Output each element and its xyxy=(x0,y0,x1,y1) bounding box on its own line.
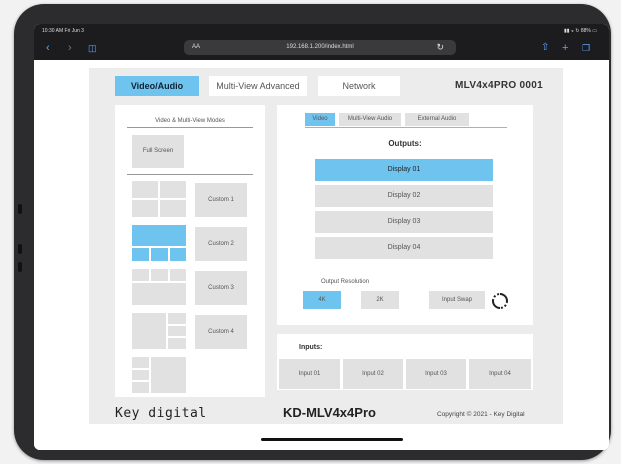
input-01-button[interactable]: Input 01 xyxy=(279,359,340,389)
custom-4-layout-icon[interactable] xyxy=(132,313,186,349)
input-04-button[interactable]: Input 04 xyxy=(469,359,531,389)
output-resolution-label: Output Resolution xyxy=(321,279,370,285)
product-name: KD-MLV4x4Pro xyxy=(283,405,376,420)
tablet-screen: 10:30 AM Fri Jun 3 ▮▮ ◒ ↻ 88% ▭ ‹ › ◫ AA… xyxy=(34,24,609,450)
new-tab-icon[interactable]: + xyxy=(562,41,568,55)
side-button xyxy=(18,244,22,254)
layout-cell xyxy=(132,382,149,393)
address-bar[interactable]: AA 192.168.1.200/index.html ↻ xyxy=(184,40,456,55)
full-screen-mode-button[interactable]: Full Screen xyxy=(132,135,184,168)
modes-title: Video & Multi-View Modes xyxy=(155,118,225,124)
layout-cell xyxy=(170,269,186,281)
output-display-04[interactable]: Display 04 xyxy=(315,237,493,259)
layout-cell xyxy=(168,338,186,349)
home-indicator xyxy=(261,438,403,441)
status-bar: 10:30 AM Fri Jun 3 ▮▮ ◒ ↻ 88% ▭ xyxy=(34,24,609,38)
layout-cell xyxy=(132,370,149,380)
resolution-2k-button[interactable]: 2K xyxy=(361,291,399,309)
layout-cell xyxy=(151,357,186,393)
subtab-underline xyxy=(305,127,507,128)
outputs-title: Outputs: xyxy=(388,139,422,148)
multiview-modes-panel: Video & Multi-View Modes Full Screen Cus… xyxy=(115,105,265,397)
custom-1-layout-icon[interactable] xyxy=(132,181,186,217)
side-button xyxy=(18,204,22,214)
subtab-video[interactable]: Video xyxy=(305,113,335,126)
custom-2-button[interactable]: Custom 2 xyxy=(195,227,247,261)
layout-cell xyxy=(132,269,149,281)
layout-cell xyxy=(160,200,186,217)
chevron-left-icon[interactable]: ‹ xyxy=(46,41,50,55)
url-text: 192.168.1.200/index.html xyxy=(286,44,354,50)
custom-4-button[interactable]: Custom 4 xyxy=(195,315,247,349)
custom-3-button[interactable]: Custom 3 xyxy=(195,271,247,305)
copyright-text: Copyright © 2021 - Key Digital xyxy=(437,411,525,418)
layout-cell xyxy=(132,225,186,246)
layout-cell xyxy=(160,181,186,198)
device-model-label: MLV4x4PRO 0001 xyxy=(455,80,543,91)
tab-video-audio[interactable]: Video/Audio xyxy=(115,76,199,96)
control-panel: Video/Audio Multi-View Advanced Network … xyxy=(89,68,563,424)
input-03-button[interactable]: Input 03 xyxy=(406,359,466,389)
output-display-01[interactable]: Display 01 xyxy=(315,159,493,181)
output-display-03[interactable]: Display 03 xyxy=(315,211,493,233)
full-screen-label: Full Screen xyxy=(142,148,174,154)
side-button xyxy=(18,262,22,272)
video-settings-panel: Video Multi-View Audio External Audio Ou… xyxy=(277,105,533,325)
key-digital-logo: Key digital xyxy=(115,406,207,421)
layout-cell xyxy=(132,248,149,261)
share-icon[interactable]: ⇧ xyxy=(541,41,549,55)
subtab-multi-view-audio[interactable]: Multi-View Audio xyxy=(339,113,401,126)
layout-cell xyxy=(132,313,166,349)
layout-cell xyxy=(170,248,186,261)
layout-cell xyxy=(151,248,168,261)
tab-multi-view-advanced[interactable]: Multi-View Advanced xyxy=(209,76,307,96)
inputs-title: Inputs: xyxy=(299,344,323,351)
swap-arrows-icon[interactable] xyxy=(491,292,509,310)
subtab-external-audio[interactable]: External Audio xyxy=(405,113,469,126)
divider xyxy=(127,174,253,175)
sidebar-icon[interactable]: ◫ xyxy=(88,41,97,55)
divider xyxy=(127,127,253,128)
layout-cell xyxy=(151,269,168,281)
custom-1-button[interactable]: Custom 1 xyxy=(195,183,247,217)
tab-network[interactable]: Network xyxy=(318,76,400,96)
layout-cell xyxy=(132,283,186,305)
input-02-button[interactable]: Input 02 xyxy=(343,359,403,389)
layout-cell xyxy=(132,181,158,198)
input-swap-button[interactable]: Input Swap xyxy=(429,291,485,309)
reload-icon[interactable]: ↻ xyxy=(436,42,444,53)
custom-3-layout-icon[interactable] xyxy=(132,269,186,305)
layout-cell xyxy=(168,313,186,324)
layout-cell xyxy=(132,200,158,217)
custom-5-layout-icon[interactable] xyxy=(132,357,186,393)
layout-cell xyxy=(132,357,149,368)
inputs-panel: Inputs: Input 01 Input 02 Input 03 Input… xyxy=(277,334,533,390)
status-indicators: ▮▮ ◒ ↻ 88% ▭ xyxy=(563,28,597,34)
chevron-right-icon[interactable]: › xyxy=(68,41,72,55)
web-page: Video/Audio Multi-View Advanced Network … xyxy=(34,60,609,450)
output-display-02[interactable]: Display 02 xyxy=(315,185,493,207)
custom-2-layout-icon[interactable] xyxy=(132,225,186,261)
tabs-overview-icon[interactable]: ❐ xyxy=(582,41,590,55)
resolution-4k-button[interactable]: 4K xyxy=(303,291,341,309)
status-time: 10:30 AM Fri Jun 3 xyxy=(42,28,84,34)
browser-toolbar: ‹ › ◫ AA 192.168.1.200/index.html ↻ ⇧ + … xyxy=(34,38,609,60)
layout-cell xyxy=(168,326,186,336)
tablet-frame: 10:30 AM Fri Jun 3 ▮▮ ◒ ↻ 88% ▭ ‹ › ◫ AA… xyxy=(14,4,611,460)
